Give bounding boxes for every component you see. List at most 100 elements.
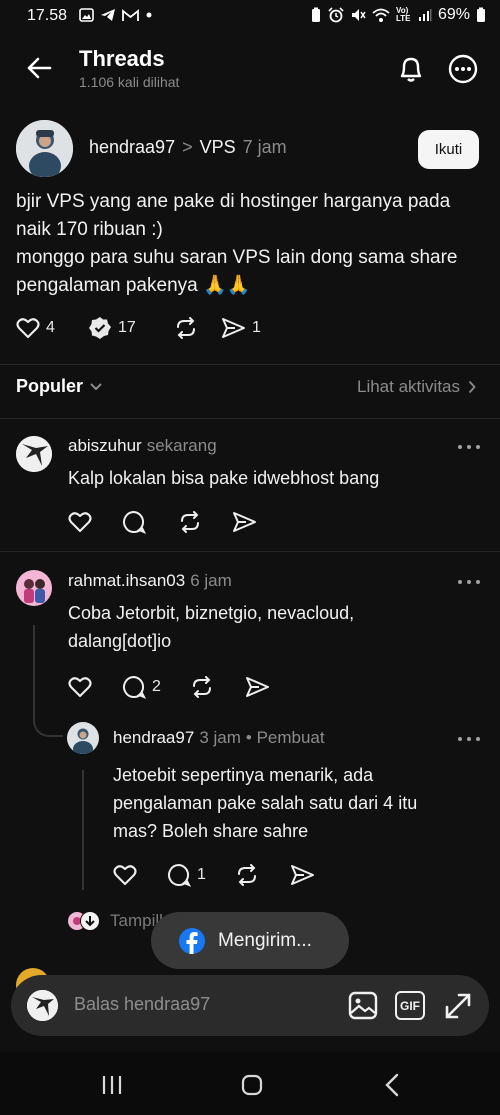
reply-icon[interactable] <box>122 510 178 534</box>
creator-badge: • Pembuat <box>245 728 325 747</box>
comment-time: 6 jam <box>190 571 232 590</box>
reply-count: 1 <box>197 866 206 883</box>
like-count: 4 <box>46 319 55 336</box>
creator-avatar[interactable] <box>67 722 99 754</box>
reply-button[interactable]: 1 <box>167 863 235 887</box>
repost-icon <box>174 317 198 339</box>
sort-dropdown[interactable]: Populer <box>16 376 103 397</box>
reply-icon <box>122 675 146 699</box>
comment-actions <box>68 510 257 534</box>
like-icon[interactable] <box>113 864 167 886</box>
comment-actions: 2 <box>68 675 270 699</box>
network-label: Vo) LTE <box>395 6 411 23</box>
verified-comment-icon <box>88 316 112 340</box>
like-icon[interactable] <box>68 676 122 698</box>
reply-input[interactable]: Balas hendraa97 <box>74 994 210 1015</box>
post-username[interactable]: hendraa97 <box>89 137 175 158</box>
thread-header: Threads 1.106 kali dilihat <box>0 40 500 100</box>
commenter-avatar[interactable] <box>16 436 52 472</box>
send-icon[interactable] <box>245 676 270 698</box>
reply-thread-line <box>82 770 84 890</box>
wifi-icon <box>372 8 390 23</box>
dot-icon <box>145 11 153 19</box>
reply-text-line: pengalaman pake salah satu dari 4 itu <box>113 793 418 813</box>
mute-icon <box>350 7 366 23</box>
post-body: bjir VPS yang ane pake di hostinger harg… <box>16 188 486 300</box>
comment-text-line: Coba Jetorbit, biznetgio, nevacloud, <box>68 603 355 623</box>
send-icon <box>221 317 246 339</box>
reply-more-button[interactable] <box>458 737 480 743</box>
comment-text-line: dalang[dot]io <box>68 631 172 651</box>
reply-avatars-icon <box>66 910 102 932</box>
reply-text-line: Jetoebit sepertinya menarik, ada <box>113 765 374 785</box>
comment-more-button[interactable] <box>458 445 480 451</box>
my-avatar <box>27 990 58 1021</box>
share-button[interactable]: 1 <box>221 317 261 339</box>
expand-icon[interactable] <box>443 991 473 1021</box>
comment-time: sekarang <box>146 436 217 455</box>
back-arrow-icon[interactable] <box>26 56 52 80</box>
battery-icon <box>476 7 486 23</box>
image-icon[interactable] <box>348 991 378 1020</box>
reply-count: 2 <box>152 678 161 695</box>
comment-header: abiszuhur sekarang <box>68 436 217 456</box>
post-topic[interactable]: VPS <box>200 137 236 158</box>
share-count: 1 <box>252 319 261 336</box>
comment-more-button[interactable] <box>458 580 480 586</box>
back-icon[interactable] <box>385 1073 399 1097</box>
status-bar: 17.58 Vo) LTE 69% <box>0 0 500 36</box>
repost-icon[interactable] <box>190 676 245 698</box>
send-icon[interactable] <box>232 511 257 533</box>
facebook-icon <box>178 927 206 955</box>
comment-username[interactable]: rahmat.ihsan03 <box>68 571 185 591</box>
commenter-avatar[interactable] <box>16 570 52 606</box>
gif-button[interactable]: GIF <box>395 991 425 1020</box>
follow-button[interactable]: Ikuti <box>418 130 479 169</box>
reply-username[interactable]: hendraa97 <box>113 728 194 748</box>
alarm-icon <box>328 7 344 23</box>
sort-label: Populer <box>16 376 84 396</box>
view-activity-link[interactable]: Lihat aktivitas <box>357 377 476 397</box>
reply-text: Jetoebit sepertinya menarik, ada pengala… <box>113 761 417 845</box>
gif-label: GIF <box>400 998 420 1013</box>
post-meta: hendraa97 > VPS 7 jam <box>89 137 287 158</box>
comment-button[interactable]: 17 <box>88 316 174 340</box>
repost-button[interactable] <box>174 317 217 339</box>
reply-time: 3 jam <box>199 728 241 747</box>
comment-text: Coba Jetorbit, biznetgio, nevacloud, dal… <box>68 599 354 655</box>
battery-saver-icon <box>310 7 322 23</box>
reply-icon <box>167 863 191 887</box>
send-icon[interactable] <box>290 864 315 886</box>
more-options-icon[interactable] <box>448 54 478 84</box>
reply-header: hendraa97 3 jam • Pembuat <box>113 728 325 748</box>
comment-header: rahmat.ihsan03 6 jam <box>68 571 232 591</box>
gmail-notification-icon <box>122 8 139 22</box>
home-icon[interactable] <box>241 1074 263 1096</box>
recent-apps-icon[interactable] <box>101 1075 123 1095</box>
post-author-avatar[interactable] <box>16 120 73 177</box>
reply-button[interactable]: 2 <box>122 675 190 699</box>
like-button[interactable]: 4 <box>16 317 88 339</box>
comment-text: Kalp lokalan bisa pake idwebhost bang <box>68 464 379 492</box>
repost-icon[interactable] <box>178 511 232 533</box>
repost-icon[interactable] <box>235 864 290 886</box>
divider <box>0 551 500 552</box>
chevron-right-icon <box>468 380 476 394</box>
notification-bell-icon[interactable] <box>397 54 425 84</box>
like-icon[interactable] <box>68 511 122 533</box>
system-nav-bar <box>0 1052 500 1115</box>
telegram-notification-icon <box>100 8 116 22</box>
view-count: 1.106 kali dilihat <box>79 74 180 90</box>
post-text-line: monggo para suhu saran VPS lain dong sam… <box>16 247 458 268</box>
reply-actions: 1 <box>113 863 315 887</box>
sending-toast: Mengirim... <box>151 912 349 969</box>
comment-count: 17 <box>118 319 136 336</box>
heart-icon <box>16 317 40 339</box>
divider <box>0 418 500 419</box>
chevron-down-icon <box>89 382 103 392</box>
post-text-line: bjir VPS yang ane pake di hostinger harg… <box>16 191 451 212</box>
view-activity-label: Lihat aktivitas <box>357 377 460 396</box>
comment-username[interactable]: abiszuhur <box>68 436 142 456</box>
gallery-notification-icon <box>79 8 94 22</box>
reply-composer[interactable]: Balas hendraa97 GIF <box>11 975 489 1036</box>
